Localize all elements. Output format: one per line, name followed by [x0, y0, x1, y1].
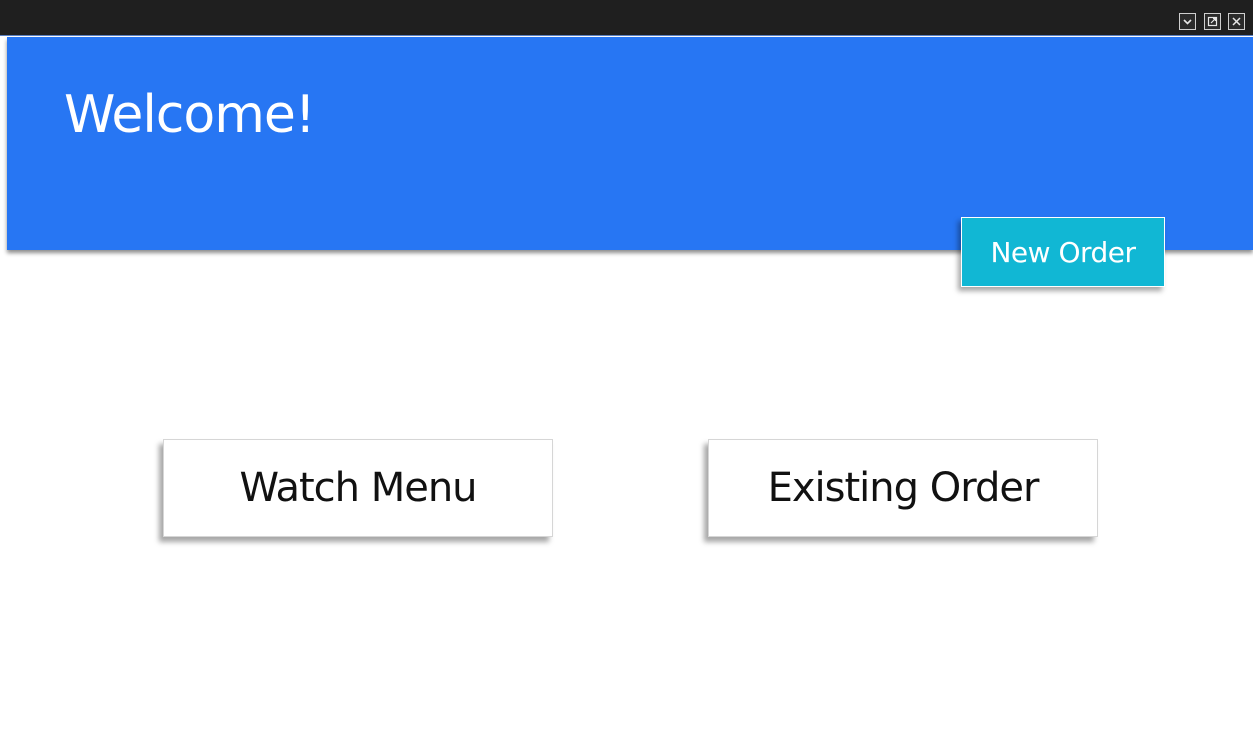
popout-icon [1207, 16, 1218, 27]
chevron-down-icon [1183, 19, 1192, 25]
watch-menu-button[interactable]: Watch Menu [163, 439, 553, 537]
app-window: Welcome! New Order Watch Menu Existing O… [0, 0, 1253, 742]
minimize-button[interactable] [1179, 13, 1196, 30]
close-button[interactable] [1228, 13, 1245, 30]
window-titlebar [0, 0, 1253, 36]
popout-button[interactable] [1204, 13, 1221, 30]
page-title: Welcome! [64, 85, 316, 145]
close-icon [1232, 17, 1241, 26]
existing-order-button[interactable]: Existing Order [708, 439, 1098, 537]
new-order-button[interactable]: New Order [961, 217, 1165, 287]
